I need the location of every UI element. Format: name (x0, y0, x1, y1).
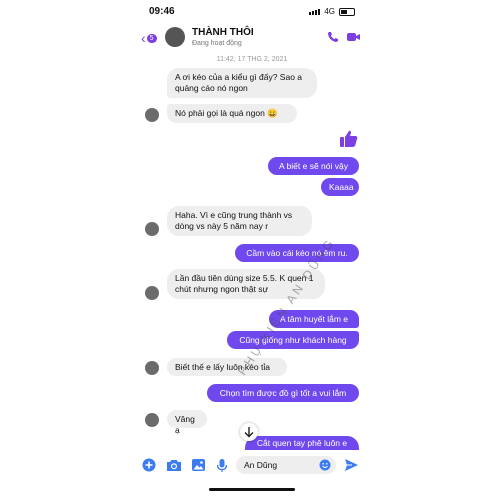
plus-icon[interactable] (142, 458, 156, 472)
arrow-down-icon (244, 427, 254, 438)
message-outgoing[interactable]: Cầm vào cái kéo nó êm ru. (235, 244, 359, 262)
message-input[interactable]: An Dũng (236, 456, 336, 474)
contact-avatar-small (145, 108, 159, 122)
gallery-icon[interactable] (191, 458, 206, 472)
contact-avatar-small (145, 222, 159, 236)
send-icon[interactable] (344, 458, 359, 472)
status-right: 4G (309, 7, 355, 16)
message-outgoing[interactable]: A biết e sẽ nói vậy (268, 157, 359, 175)
message-outgoing[interactable]: Cũng giống như khách hàng (227, 331, 359, 349)
network-type: 4G (324, 7, 335, 16)
message-incoming[interactable]: Biết thế e lấy luôn kéo tỉa (167, 358, 287, 376)
contact-avatar-small (145, 286, 159, 300)
phone-icon[interactable] (327, 31, 339, 43)
contact-avatar[interactable] (165, 27, 185, 47)
message-input-value: An Dũng (244, 460, 278, 470)
message-incoming[interactable]: Nó phải gọi là quá ngon 😀 (167, 104, 297, 123)
unread-badge: 5 (146, 33, 157, 43)
header-actions (327, 31, 361, 43)
like-icon[interactable] (339, 129, 359, 149)
message-incoming[interactable]: A ơi kéo của a kiểu gì đấy? Sao a quảng … (167, 68, 317, 98)
conversation-header: ‹ 5 THÀNH THÔI Đang hoạt động (137, 22, 367, 54)
chevron-left-icon: ‹ (141, 30, 146, 46)
status-time: 09:46 (149, 6, 175, 17)
status-bar: 09:46 4G (137, 0, 367, 24)
chat-screen: 09:46 4G ‹ 5 THÀNH THÔI Đang hoạt động 1… (137, 0, 367, 498)
video-call-icon[interactable] (347, 31, 361, 43)
message-outgoing[interactable]: Cắt quen tay phê luôn e (245, 436, 359, 450)
date-divider: 11:42, 17 THG 2, 2021 (216, 56, 288, 63)
camera-icon[interactable] (166, 458, 182, 472)
back-button[interactable]: ‹ 5 (141, 30, 157, 46)
scroll-down-button[interactable] (240, 423, 258, 441)
signal-icon (309, 8, 321, 15)
message-outgoing[interactable]: Chọn tìm được đồ gì tốt a vui lắm (207, 384, 359, 402)
emoji-icon[interactable] (319, 459, 331, 471)
message-incoming[interactable]: Vâng ạ (167, 410, 207, 435)
contact-name[interactable]: THÀNH THÔI (192, 27, 254, 38)
composer-bar: An Dũng (137, 449, 367, 481)
message-outgoing[interactable]: Kaaaa (321, 178, 359, 196)
microphone-icon[interactable] (216, 458, 228, 473)
home-indicator (209, 488, 295, 491)
contact-avatar-small (145, 361, 159, 375)
contact-status: Đang hoạt động (192, 40, 242, 47)
contact-avatar-small (145, 413, 159, 427)
battery-icon (339, 7, 355, 16)
message-incoming[interactable]: Haha. Vì e cũng trung thành vs dòng vs n… (167, 206, 312, 236)
